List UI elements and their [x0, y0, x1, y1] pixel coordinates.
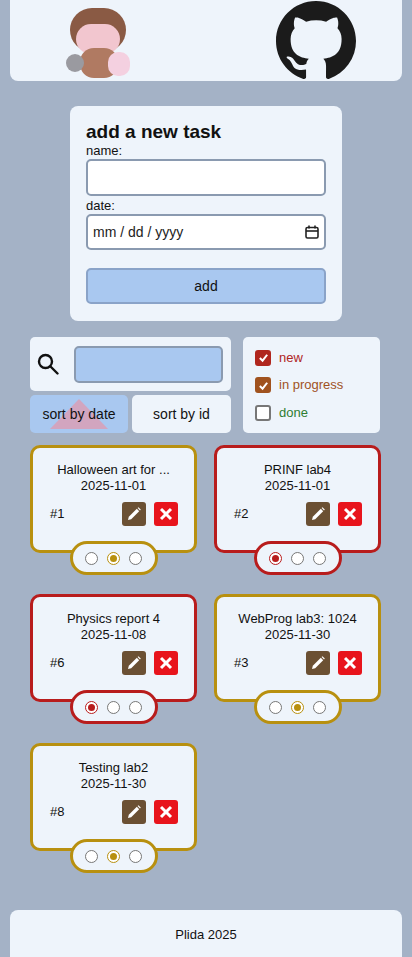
status-radio[interactable]: [107, 701, 120, 714]
filter-checkbox[interactable]: [255, 350, 271, 366]
status-radio[interactable]: [291, 701, 304, 714]
task-name: WebProg lab3: 1024: [231, 611, 364, 627]
delete-button[interactable]: [154, 502, 178, 526]
task-name: PRINF lab4: [231, 462, 364, 478]
filter-label: in progress: [279, 375, 343, 395]
sort-label: sort by date: [42, 404, 115, 425]
status-radio[interactable]: [269, 552, 282, 565]
status-radio[interactable]: [313, 552, 326, 565]
add-task-form: add a new task name: date: mm / dd / yyy…: [70, 106, 342, 321]
status-switch: [70, 839, 158, 873]
filter-box: new in progress done: [243, 337, 380, 433]
status-switch: [254, 690, 342, 724]
edit-button[interactable]: [306, 502, 330, 526]
status-radio[interactable]: [269, 701, 282, 714]
task-date: 2025-11-30: [47, 776, 180, 792]
status-radio[interactable]: [129, 552, 142, 565]
calendar-icon[interactable]: [305, 225, 319, 239]
search-box: [30, 337, 231, 391]
delete-button[interactable]: [338, 502, 362, 526]
close-icon: [159, 507, 173, 521]
task-card: PRINF lab42025-11-01 #2: [214, 445, 381, 553]
task-card: Halloween art for ...2025-11-01 #1: [30, 445, 197, 553]
filter-label: done: [279, 403, 308, 423]
sort-button[interactable]: sort by date: [30, 395, 128, 433]
footer-text: Plida 2025: [175, 925, 236, 945]
header: [10, 0, 402, 81]
task-date: 2025-11-30: [231, 627, 364, 643]
task-name: Physics report 4: [47, 611, 180, 627]
status-radio[interactable]: [291, 552, 304, 565]
add-button[interactable]: add: [86, 268, 326, 304]
filter-checkbox[interactable]: [255, 405, 271, 421]
task-id: #3: [231, 653, 248, 673]
status-switch: [70, 690, 158, 724]
task-id: #1: [47, 504, 64, 524]
task-date: 2025-11-01: [231, 478, 364, 494]
edit-button[interactable]: [122, 502, 146, 526]
close-icon: [159, 805, 173, 819]
status-radio[interactable]: [85, 850, 98, 863]
pencil-icon: [127, 656, 141, 670]
close-icon: [343, 507, 357, 521]
github-icon[interactable]: [276, 1, 356, 81]
task-card: WebProg lab3: 10242025-11-30 #3: [214, 594, 381, 702]
edit-button[interactable]: [122, 800, 146, 824]
status-switch: [70, 541, 158, 575]
status-radio[interactable]: [107, 850, 120, 863]
date-label: date:: [86, 199, 326, 213]
task-card: Physics report 42025-11-08 #6: [30, 594, 197, 702]
task-id: #2: [231, 504, 248, 524]
task-card: Testing lab22025-11-30 #8: [30, 743, 197, 851]
footer: Plida 2025: [10, 910, 402, 957]
sort-button[interactable]: sort by id: [132, 395, 231, 433]
pencil-icon: [311, 507, 325, 521]
delete-button[interactable]: [154, 651, 178, 675]
status-radio[interactable]: [129, 701, 142, 714]
name-input[interactable]: [86, 159, 326, 196]
close-icon: [159, 656, 173, 670]
status-radio[interactable]: [313, 701, 326, 714]
pencil-icon: [311, 656, 325, 670]
filter-row[interactable]: in progress: [255, 375, 380, 395]
delete-button[interactable]: [338, 651, 362, 675]
status-radio[interactable]: [85, 701, 98, 714]
status-switch: [254, 541, 342, 575]
date-input[interactable]: mm / dd / yyyy: [86, 214, 326, 250]
search-input[interactable]: [74, 346, 223, 383]
filter-row[interactable]: new: [255, 348, 380, 368]
task-id: #8: [47, 802, 64, 822]
pencil-icon: [127, 805, 141, 819]
edit-button[interactable]: [306, 651, 330, 675]
filter-checkbox[interactable]: [255, 377, 271, 393]
status-radio[interactable]: [107, 552, 120, 565]
task-date: 2025-11-08: [47, 627, 180, 643]
status-radio[interactable]: [129, 850, 142, 863]
task-name: Testing lab2: [47, 760, 180, 776]
magnifier-icon: [37, 353, 59, 375]
date-placeholder: mm / dd / yyyy: [93, 222, 183, 243]
status-radio[interactable]: [85, 552, 98, 565]
form-title: add a new task: [86, 120, 326, 144]
sort-label: sort by id: [153, 404, 210, 425]
filter-row[interactable]: done: [255, 403, 380, 423]
filter-label: new: [279, 348, 303, 368]
close-icon: [343, 656, 357, 670]
edit-button[interactable]: [122, 651, 146, 675]
task-name: Halloween art for ...: [47, 462, 180, 478]
task-id: #6: [47, 653, 64, 673]
delete-button[interactable]: [154, 800, 178, 824]
name-label: name:: [86, 144, 326, 158]
task-date: 2025-11-01: [47, 478, 180, 494]
avatar-picture: [62, 4, 134, 78]
pencil-icon: [127, 507, 141, 521]
